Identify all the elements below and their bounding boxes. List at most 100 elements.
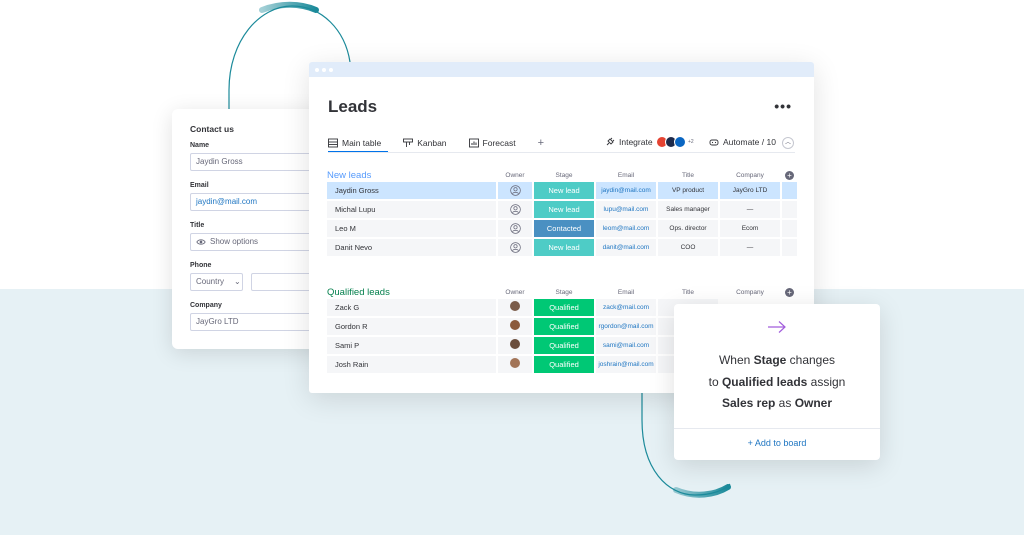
stage-status[interactable]: New lead [534, 239, 594, 256]
card-divider [674, 428, 880, 429]
column-header-stage[interactable]: Stage [534, 172, 594, 179]
recipe-text: assign [807, 374, 846, 389]
owner-cell[interactable] [498, 220, 532, 237]
title-select-value: Show options [210, 237, 259, 246]
person-icon [509, 203, 521, 215]
email-link[interactable]: sami@mail.com [596, 337, 656, 354]
table-row[interactable]: Jaydin Gross New lead jaydin@mail.com VP… [327, 182, 797, 199]
add-column-button[interactable]: + [785, 288, 794, 297]
column-header-company[interactable]: Company [720, 172, 780, 179]
email-link[interactable]: zack@mail.com [596, 299, 656, 316]
recipe-text: changes [786, 353, 836, 367]
row-end-cell [782, 239, 797, 256]
recipe-text: When [718, 353, 754, 367]
lead-name[interactable]: Sami P [327, 337, 496, 354]
column-header-company[interactable]: Company [720, 289, 780, 296]
column-header-owner[interactable]: Owner [498, 172, 532, 179]
tab-label: Forecast [482, 138, 516, 148]
tab-label: Main table [342, 138, 382, 148]
window-dot [315, 68, 319, 72]
owner-cell[interactable] [498, 182, 532, 199]
contact-form-card: Contact us Name Jaydin Gross Email jaydi… [172, 109, 332, 349]
column-header-title[interactable]: Title [658, 172, 718, 179]
email-link[interactable]: lupu@mail.com [596, 201, 656, 218]
row-end-cell [782, 182, 797, 199]
avatar [510, 339, 520, 350]
integrate-button[interactable]: Integrate [605, 137, 653, 147]
email-link[interactable]: danit@mail.com [596, 239, 656, 256]
window-dot [329, 68, 333, 72]
email-link[interactable]: leom@mail.com [596, 220, 656, 237]
group-title[interactable]: Qualified leads [327, 287, 390, 298]
owner-cell[interactable] [498, 318, 532, 335]
title-cell[interactable]: COO [658, 239, 718, 256]
automation-recipe-text: When Stage changes to Qualified leads as… [674, 350, 880, 415]
lead-name[interactable]: Jaydin Gross [327, 182, 496, 199]
more-options-icon[interactable]: ••• [774, 98, 792, 114]
title-cell[interactable]: Ops. director [658, 220, 718, 237]
automate-button[interactable]: Automate / 10 [709, 137, 776, 147]
automate-label: Automate / 10 [723, 137, 776, 147]
email-link[interactable]: jaydin@mail.com [596, 182, 656, 199]
automation-recipe-card: When Stage changes to Qualified leads as… [674, 304, 880, 460]
stage-status[interactable]: New lead [534, 182, 594, 199]
lead-name[interactable]: Josh Rain [327, 356, 496, 373]
owner-cell[interactable] [498, 337, 532, 354]
recipe-text: as [775, 396, 795, 410]
recipe-keyword: Qualified leads [721, 374, 808, 389]
avatar [510, 358, 520, 369]
group-title[interactable]: New leads [327, 170, 371, 181]
view-tabs: Main table Kanban Forecast + [328, 136, 544, 150]
table-row[interactable]: Michal Lupu New lead lupu@mail.com Sales… [327, 201, 797, 218]
company-cell[interactable]: — [720, 201, 780, 218]
title-cell[interactable]: VP product [658, 182, 718, 199]
company-cell[interactable]: JayGro LTD [720, 182, 780, 199]
stage-status[interactable]: Qualified [534, 356, 594, 373]
country-select[interactable]: Country ⌄ [190, 273, 243, 291]
row-end-cell [782, 201, 797, 218]
stage-status[interactable]: Qualified [534, 318, 594, 335]
owner-cell[interactable] [498, 299, 532, 316]
add-view-button[interactable]: + [538, 137, 544, 149]
column-header-title[interactable]: Title [658, 289, 718, 296]
country-value: Country [196, 277, 225, 286]
stage-status[interactable]: Contacted [534, 220, 594, 237]
table-row[interactable]: Leo M Contacted leom@mail.com Ops. direc… [327, 220, 797, 237]
email-link[interactable]: joshrain@mail.com [596, 356, 656, 373]
tab-label: Kanban [417, 138, 447, 148]
column-header-owner[interactable]: Owner [498, 289, 532, 296]
stage-status[interactable]: New lead [534, 201, 594, 218]
arrow-right-icon [768, 321, 786, 333]
column-header-email[interactable]: Email [596, 172, 656, 179]
window-titlebar [309, 62, 814, 77]
owner-cell[interactable] [498, 201, 532, 218]
tab-kanban[interactable]: Kanban [403, 136, 447, 150]
tab-forecast[interactable]: Forecast [468, 136, 516, 150]
owner-cell[interactable] [498, 239, 532, 256]
lead-name[interactable]: Zack G [327, 299, 496, 316]
chart-icon [468, 138, 479, 148]
chevron-up-icon[interactable]: ︿ [782, 137, 794, 149]
owner-cell[interactable] [498, 356, 532, 373]
lead-name[interactable]: Michal Lupu [327, 201, 496, 218]
email-link[interactable]: rgordon@mail.com [596, 318, 656, 335]
tab-main-table[interactable]: Main table [328, 136, 381, 150]
title-cell[interactable]: Sales manager [658, 201, 718, 218]
lead-name[interactable]: Danit Nevo [327, 239, 496, 256]
add-to-board-button[interactable]: + Add to board [674, 438, 880, 448]
person-icon [509, 241, 521, 253]
lead-name[interactable]: Leo M [327, 220, 496, 237]
add-column-button[interactable]: + [785, 171, 794, 180]
column-header-email[interactable]: Email [596, 289, 656, 296]
company-cell[interactable]: Ecom [720, 220, 780, 237]
table-row[interactable]: Danit Nevo New lead danit@mail.com COO — [327, 239, 797, 256]
stage-status[interactable]: Qualified [534, 337, 594, 354]
stage-status[interactable]: Qualified [534, 299, 594, 316]
plug-icon [606, 137, 615, 146]
integrate-label: Integrate [619, 137, 653, 147]
column-header-stage[interactable]: Stage [534, 289, 594, 296]
integration-logos: +2 [656, 136, 694, 148]
lead-name[interactable]: Gordon R [327, 318, 496, 335]
table-icon [328, 138, 338, 148]
company-cell[interactable]: — [720, 239, 780, 256]
